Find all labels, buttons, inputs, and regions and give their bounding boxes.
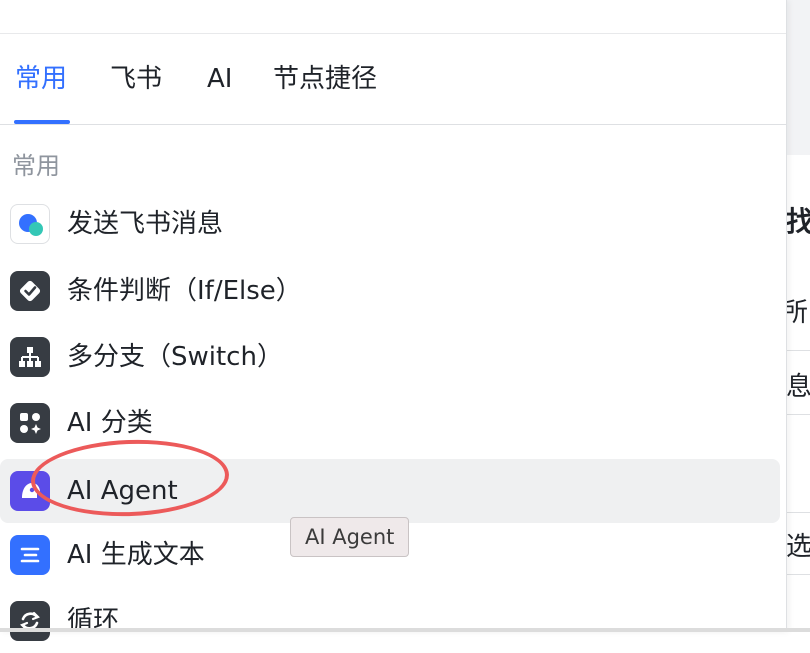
tab-bar: 常用 飞书 AI 节点捷径 <box>0 34 786 125</box>
ai-classify-icon <box>10 403 50 443</box>
background-text-fragment: 找 <box>786 205 810 238</box>
panel-top-strip <box>0 0 786 34</box>
ai-agent-tooltip: AI Agent <box>290 517 410 557</box>
background-text-fragment: 息 <box>786 372 810 402</box>
node-item-label: 多分支（Switch） <box>67 342 283 372</box>
section-title: 常用 <box>12 152 60 180</box>
background-divider <box>786 512 810 513</box>
window-bottom-edge <box>0 628 810 632</box>
background-divider <box>786 350 810 351</box>
background-text-fragment: 选 <box>786 532 810 562</box>
background-page: 找 所 息 选 <box>786 0 810 632</box>
node-item-loop[interactable]: 循环 <box>0 589 780 653</box>
background-header-shade <box>786 0 810 155</box>
ai-agent-icon <box>10 471 50 511</box>
node-item-ai-classify[interactable]: AI 分类 <box>0 391 780 455</box>
node-item-label: 发送飞书消息 <box>67 209 224 239</box>
node-item-send-feishu-message[interactable]: 发送飞书消息 <box>0 192 780 256</box>
node-picker-panel: 常用 飞书 AI 节点捷径 常用 发送飞书消息 条件判断（If/Else） 多分… <box>0 0 787 641</box>
text-generate-icon <box>10 535 50 575</box>
node-item-switch-branch[interactable]: 多分支（Switch） <box>0 325 780 389</box>
background-divider <box>786 414 810 415</box>
tab-feishu[interactable]: 飞书 <box>110 34 162 124</box>
tab-common[interactable]: 常用 <box>15 34 67 124</box>
node-item-label: AI Agent <box>67 476 178 506</box>
branch-tree-icon <box>10 337 50 377</box>
condition-check-icon <box>10 271 50 311</box>
node-item-label: 条件判断（If/Else） <box>67 276 302 306</box>
node-item-condition-if-else[interactable]: 条件判断（If/Else） <box>0 259 780 323</box>
loop-icon <box>10 601 50 641</box>
tab-node-shortcuts[interactable]: 节点捷径 <box>273 34 377 124</box>
active-tab-indicator <box>14 120 70 124</box>
background-divider <box>786 574 810 575</box>
node-item-label: 循环 <box>67 606 120 636</box>
node-item-label: AI 生成文本 <box>67 540 205 570</box>
node-item-ai-agent[interactable]: AI Agent <box>0 459 780 523</box>
background-text-fragment: 所 <box>786 298 809 328</box>
tab-ai[interactable]: AI <box>207 34 232 124</box>
node-item-label: AI 分类 <box>67 408 153 438</box>
feishu-message-icon <box>10 204 50 244</box>
